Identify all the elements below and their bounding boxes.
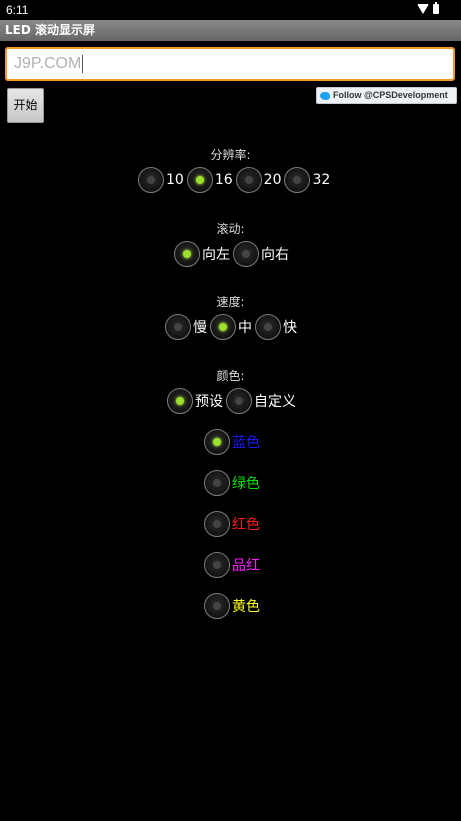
status-bar: 6:11: [0, 0, 461, 20]
twitter-follow-button[interactable]: Follow @CPSDevelopment: [316, 87, 457, 104]
preset-color-item: 绿色: [204, 470, 263, 496]
radio-dot: [195, 176, 204, 184]
resolution-option-label: 20: [263, 172, 282, 188]
scroll-group: 向左 向右: [174, 241, 292, 267]
radio-speed-slow[interactable]: [165, 314, 191, 340]
radio-dot: [213, 479, 221, 487]
preset-color-label: 绿色: [232, 476, 260, 492]
speed-option-label: 快: [283, 320, 297, 336]
color-label: 颜色:: [216, 369, 245, 383]
radio-dot: [183, 250, 191, 258]
radio-dot: [244, 176, 253, 184]
resolution-option-label: 16: [214, 172, 233, 188]
status-icons: [417, 2, 439, 14]
resolution-option-label: 10: [166, 172, 184, 188]
radio-dot: [235, 397, 243, 405]
resolution-option-label: 32: [312, 172, 331, 188]
scroll-label: 滚动:: [216, 222, 245, 236]
radio-dot: [174, 323, 182, 331]
preset-color-label: 红色: [232, 517, 260, 533]
resolution-group: 10 16 20 32: [138, 167, 333, 193]
start-button[interactable]: 开始: [7, 88, 44, 123]
color-mode-group: 预设 自定义: [167, 388, 299, 414]
message-input-value: J9P.COM: [14, 55, 82, 72]
twitter-icon: [320, 91, 330, 100]
speed-option-label: 慢: [193, 320, 207, 336]
radio-color-preset[interactable]: [167, 388, 193, 414]
radio-color-blue[interactable]: [204, 429, 230, 455]
speed-group: 慢 中 快: [165, 314, 300, 340]
color-mode-option-label: 自定义: [254, 394, 296, 410]
radio-color-red[interactable]: [204, 511, 230, 537]
radio-dot: [219, 323, 227, 331]
radio-speed-fast[interactable]: [255, 314, 281, 340]
radio-dot: [213, 602, 221, 610]
app-title: LED 滚动显示屏: [5, 23, 95, 37]
preset-color-label: 品红: [232, 558, 260, 574]
radio-dot: [293, 176, 302, 184]
scroll-option-label: 向左: [202, 247, 230, 263]
radio-resolution-20[interactable]: [235, 167, 262, 193]
radio-speed-medium[interactable]: [210, 314, 236, 340]
text-caret: [82, 54, 84, 73]
preset-color-item: 品红: [204, 552, 263, 578]
wifi-icon: [417, 4, 429, 14]
radio-dot: [213, 561, 221, 569]
message-input[interactable]: J9P.COM: [5, 47, 455, 81]
radio-dot: [264, 323, 272, 331]
radio-dot: [213, 438, 221, 446]
speed-option-label: 中: [238, 320, 252, 336]
radio-dot: [147, 176, 155, 184]
scroll-option-label: 向右: [261, 247, 289, 263]
radio-dot: [242, 250, 250, 258]
radio-resolution-10[interactable]: [138, 167, 164, 193]
radio-resolution-16[interactable]: [186, 167, 213, 193]
speed-label: 速度:: [216, 295, 245, 309]
color-mode-option-label: 预设: [195, 394, 223, 410]
preset-color-item: 蓝色: [204, 429, 263, 455]
radio-color-magenta[interactable]: [204, 552, 230, 578]
title-bar: LED 滚动显示屏: [0, 20, 461, 41]
screen: 6:11 LED 滚动显示屏 J9P.COM 开始 Follow @CPSDev…: [0, 0, 461, 821]
radio-color-green[interactable]: [204, 470, 230, 496]
radio-color-yellow[interactable]: [204, 593, 230, 619]
radio-scroll-left[interactable]: [174, 241, 200, 267]
preset-color-label: 黄色: [232, 599, 260, 615]
status-time: 6:11: [6, 3, 29, 17]
radio-dot: [176, 397, 184, 405]
radio-scroll-right[interactable]: [233, 241, 259, 267]
preset-color-item: 黄色: [204, 593, 263, 619]
battery-icon: [433, 2, 439, 14]
preset-color-item: 红色: [204, 511, 263, 537]
radio-resolution-32[interactable]: [284, 167, 311, 193]
resolution-label: 分辨率:: [210, 148, 251, 162]
radio-dot: [213, 520, 221, 528]
twitter-follow-label: Follow @CPSDevelopment: [333, 90, 448, 100]
radio-color-custom[interactable]: [226, 388, 252, 414]
preset-color-label: 蓝色: [232, 435, 260, 451]
